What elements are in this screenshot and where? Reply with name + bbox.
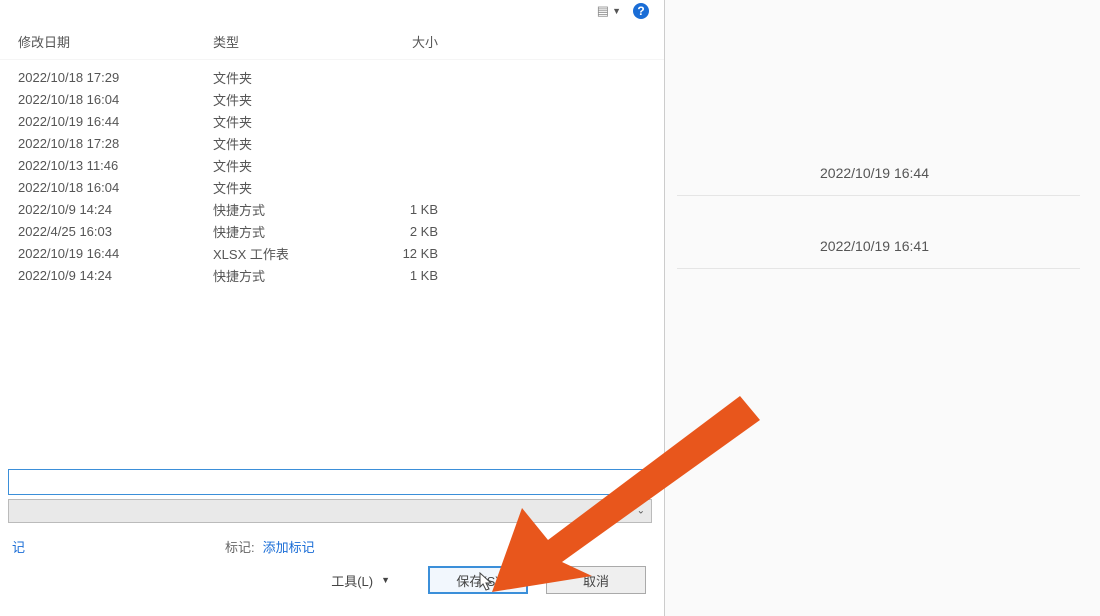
filetype-select[interactable]: ⌄ [8, 499, 652, 523]
dialog-button-row: 工具(L) ▼ 保存(S) 取消 [0, 556, 664, 616]
file-row[interactable]: 2022/10/19 16:44XLSX 工作表12 KB [18, 242, 664, 264]
chevron-down-icon: ⌄ [637, 506, 645, 517]
file-type: 文件夹 [213, 112, 348, 131]
column-header-type[interactable]: 类型 [213, 32, 348, 51]
save-as-dialog: ▤ ▼ ? 修改日期 类型 大小 2022/10/18 17:29文件夹2022… [0, 0, 665, 616]
meta-row: 记 标记: 添加标记 [8, 523, 652, 556]
add-tag-link[interactable]: 添加标记 [263, 537, 315, 556]
file-date: 2022/10/9 14:24 [18, 268, 213, 283]
file-type: 文件夹 [213, 156, 348, 175]
author-fragment[interactable]: 记 [12, 537, 25, 556]
view-icon: ▤ [597, 3, 608, 19]
dialog-toolbar: ▤ ▼ ? [0, 0, 664, 22]
file-row[interactable]: 2022/10/9 14:24快捷方式1 KB [18, 264, 664, 286]
file-date: 2022/10/19 16:44 [18, 114, 213, 129]
file-list: 2022/10/18 17:29文件夹2022/10/18 16:04文件夹20… [0, 60, 664, 286]
file-date: 2022/4/25 16:03 [18, 224, 213, 239]
file-size: 1 KB [348, 268, 458, 283]
tools-button[interactable]: 工具(L) ▼ [331, 571, 390, 590]
file-type: 文件夹 [213, 90, 348, 109]
file-row[interactable]: 2022/10/19 16:44文件夹 [18, 110, 664, 132]
file-type: 快捷方式 [213, 200, 348, 219]
file-date: 2022/10/18 17:28 [18, 136, 213, 151]
chevron-down-icon: ▼ [381, 575, 390, 585]
file-size: 12 KB [348, 246, 458, 261]
chevron-down-icon: ▼ [612, 6, 621, 16]
file-type: 文件夹 [213, 134, 348, 153]
file-type: 快捷方式 [213, 222, 348, 241]
file-size: 1 KB [348, 202, 458, 217]
file-list-header: 修改日期 类型 大小 [0, 22, 664, 60]
background-panel: 2022/10/19 16:44 2022/10/19 16:41 [665, 0, 1100, 616]
column-header-date[interactable]: 修改日期 [18, 32, 213, 51]
file-date: 2022/10/18 17:29 [18, 70, 213, 85]
file-row[interactable]: 2022/10/18 17:29文件夹 [18, 66, 664, 88]
file-row[interactable]: 2022/10/9 14:24快捷方式1 KB [18, 198, 664, 220]
cancel-button[interactable]: 取消 [546, 566, 646, 594]
file-date: 2022/10/18 16:04 [18, 180, 213, 195]
column-header-size[interactable]: 大小 [348, 32, 458, 51]
file-type: 文件夹 [213, 178, 348, 197]
bg-timestamp-1: 2022/10/19 16:44 [820, 165, 929, 181]
file-date: 2022/10/18 16:04 [18, 92, 213, 107]
file-date: 2022/10/19 16:44 [18, 246, 213, 261]
save-button[interactable]: 保存(S) [428, 566, 528, 594]
filename-input[interactable]: ⌄ [8, 469, 652, 495]
view-mode-button[interactable]: ▤ ▼ [597, 3, 621, 19]
file-size: 2 KB [348, 224, 458, 239]
file-row[interactable]: 2022/4/25 16:03快捷方式2 KB [18, 220, 664, 242]
chevron-down-icon: ⌄ [637, 477, 645, 488]
file-type: XLSX 工作表 [213, 244, 348, 263]
file-row[interactable]: 2022/10/18 16:04文件夹 [18, 176, 664, 198]
tag-label: 标记: [225, 537, 255, 556]
file-row[interactable]: 2022/10/13 11:46文件夹 [18, 154, 664, 176]
file-type: 文件夹 [213, 68, 348, 87]
filename-area: ⌄ ⌄ 记 标记: 添加标记 [0, 469, 664, 556]
file-row[interactable]: 2022/10/18 17:28文件夹 [18, 132, 664, 154]
file-type: 快捷方式 [213, 266, 348, 285]
help-icon[interactable]: ? [633, 3, 649, 19]
file-date: 2022/10/9 14:24 [18, 202, 213, 217]
bg-timestamp-2: 2022/10/19 16:41 [820, 238, 929, 254]
file-date: 2022/10/13 11:46 [18, 158, 213, 173]
file-row[interactable]: 2022/10/18 16:04文件夹 [18, 88, 664, 110]
